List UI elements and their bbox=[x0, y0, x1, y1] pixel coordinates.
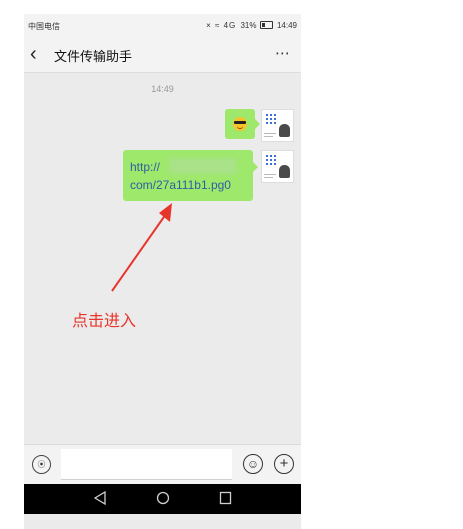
nav-home-icon[interactable] bbox=[156, 491, 170, 505]
annotation-label: 点击进入 bbox=[72, 313, 137, 330]
voice-icon[interactable]: ⦿ bbox=[32, 455, 51, 474]
plus-icon[interactable]: + bbox=[274, 454, 294, 474]
emoji-icon[interactable]: ☺ bbox=[243, 454, 263, 474]
input-bar: ⦿ ☺ + bbox=[24, 444, 301, 485]
red-arrow-annotation bbox=[111, 203, 172, 292]
message-input[interactable] bbox=[61, 449, 232, 480]
navigation-bar bbox=[24, 484, 301, 514]
phone-screen: 中国电信 × ≈ 4G 31% 14:49 ‹ 文件传输助手 ⋯ 14:49 h… bbox=[24, 14, 301, 529]
nav-recent-icon[interactable] bbox=[219, 491, 232, 505]
nav-back-icon[interactable] bbox=[94, 491, 106, 505]
